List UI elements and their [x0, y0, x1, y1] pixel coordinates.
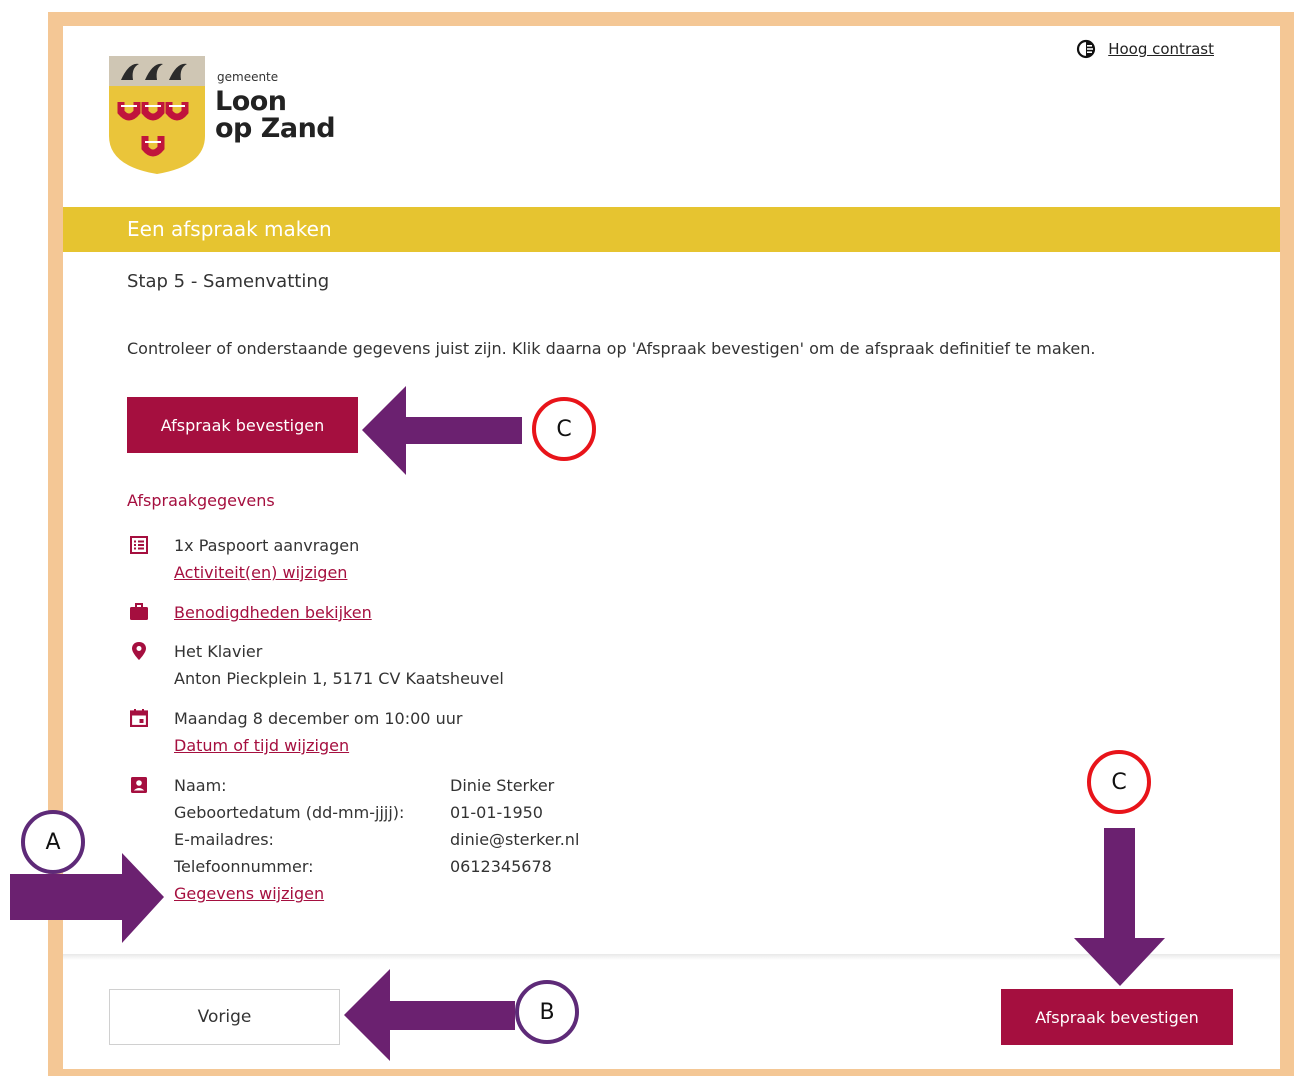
person-value: Dinie Sterker: [450, 776, 555, 795]
view-requirements-link[interactable]: Benodigdheden bekijken: [174, 599, 372, 626]
person-label: Geboortedatum (dd-mm-jjjj):: [174, 803, 405, 822]
appointment-details-title: Afspraakgegevens: [127, 491, 275, 510]
activity-text: 1x Paspoort aanvragen: [174, 536, 360, 555]
briefcase-icon: [130, 603, 148, 620]
person-label: Telefoonnummer:: [174, 857, 314, 876]
calendar-icon: [130, 709, 148, 727]
datetime-text: Maandag 8 december om 10:00 uur: [174, 709, 463, 728]
high-contrast-toggle[interactable]: Hoog contrast: [1076, 39, 1214, 59]
person-value: 0612345678: [450, 857, 552, 876]
person-row: Geboortedatum (dd-mm-jjjj): 01-01-1950: [174, 799, 579, 826]
change-activity-link[interactable]: Activiteit(en) wijzigen: [174, 559, 359, 586]
logo-name-line2: op Zand: [215, 113, 336, 144]
change-details-link[interactable]: Gegevens wijzigen: [174, 880, 579, 907]
page-banner: Een afspraak maken: [63, 207, 1280, 252]
annotation-a: A: [21, 810, 85, 874]
annotation-b: B: [515, 980, 579, 1044]
person-label: Naam:: [174, 776, 227, 795]
footer-divider: [63, 954, 1280, 960]
person-row: Naam: Dinie Sterker: [174, 772, 579, 799]
high-contrast-link[interactable]: Hoog contrast: [1108, 40, 1214, 58]
confirm-appointment-button-bottom[interactable]: Afspraak bevestigen: [1001, 989, 1233, 1045]
logo-name: Loon op Zand: [215, 86, 336, 144]
location-address: Anton Pieckplein 1, 5171 CV Kaatsheuvel: [174, 669, 504, 688]
person-value: 01-01-1950: [450, 803, 543, 822]
location-name: Het Klavier: [174, 642, 263, 661]
person-card-icon: [131, 777, 147, 793]
change-datetime-link[interactable]: Datum of tijd wijzigen: [174, 732, 462, 759]
previous-button[interactable]: Vorige: [109, 989, 340, 1045]
page: gemeente Loon op Zand Hoog contrast Een …: [63, 26, 1280, 1069]
step-title: Stap 5 - Samenvatting: [127, 271, 330, 292]
person-row: Telefoonnummer: 0612345678: [174, 853, 579, 880]
list-icon: [130, 536, 148, 554]
contrast-icon: [1077, 39, 1096, 59]
logo-name-line1: Loon: [215, 86, 287, 117]
logo-subtitle: gemeente: [217, 70, 279, 84]
person-row: E-mailadres: dinie@sterker.nl: [174, 826, 579, 853]
annotation-c-bottom: C: [1087, 750, 1151, 814]
confirm-appointment-button-top[interactable]: Afspraak bevestigen: [127, 397, 358, 453]
location-pin-icon: [132, 642, 146, 660]
person-label: E-mailadres:: [174, 830, 274, 849]
person-value: dinie@sterker.nl: [450, 830, 580, 849]
person-details: Naam: Dinie Sterker Geboortedatum (dd-mm-…: [174, 772, 579, 907]
instruction-text: Controleer of onderstaande gegevens juis…: [127, 339, 1096, 358]
annotation-c-top: C: [532, 397, 596, 461]
